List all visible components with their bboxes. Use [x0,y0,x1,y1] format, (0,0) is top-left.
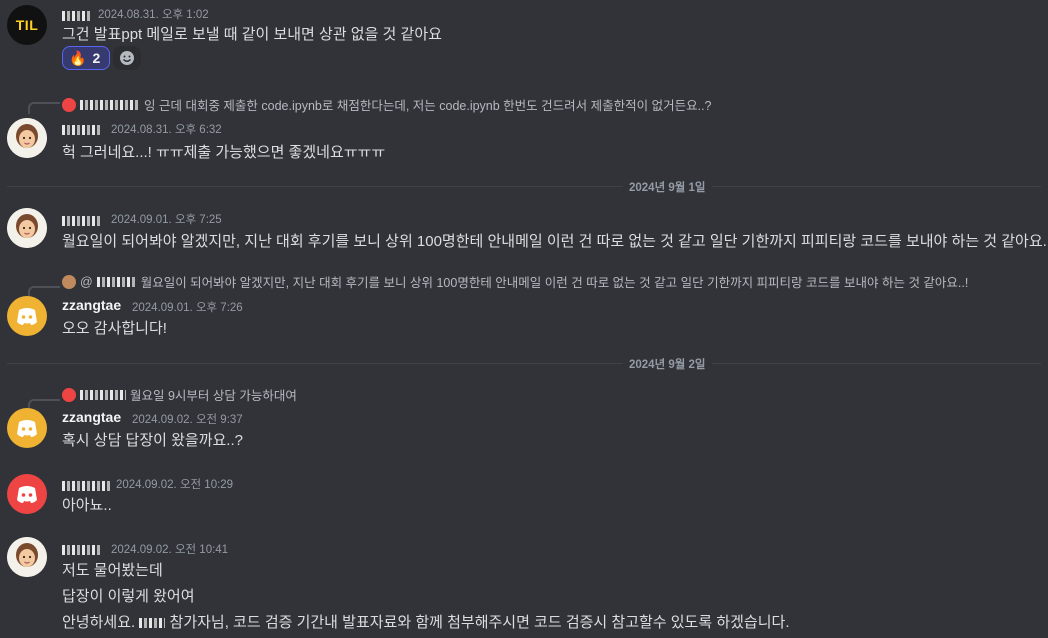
avatar-memoji[interactable] [7,118,47,158]
username-blurred[interactable] [62,212,102,228]
username-blurred[interactable] [62,541,102,557]
avatar-discord-orange[interactable] [7,408,47,448]
username[interactable]: zzangtae [62,297,121,313]
avatar-discord-red[interactable] [7,474,47,514]
message-timestamp: 2024.08.31. 오후 6:32 [111,124,222,136]
avatar-til[interactable]: TIL [7,5,47,45]
reply-text: 잉 근데 대회중 제출한 code.ipynb로 채점한다는데, 저는 code… [144,99,712,113]
username[interactable]: zzangtae [62,409,121,425]
reaction-fire[interactable]: 🔥 2 [62,46,110,70]
reply-avatar-discord-icon [62,97,76,112]
discord-logo-icon [17,420,37,437]
til-logo: TIL [15,17,39,33]
message-line-prefix: 안녕하세요. [62,614,136,631]
reply-mention-prefix: @ [80,274,93,289]
message-timestamp: 2024.09.02. 오전 9:37 [132,414,243,426]
message-text: 혹시 상담 답장이 왔을까요..? [62,432,243,449]
reply-text: 월요일이 되어봐야 알겠지만, 지난 대회 후기를 보니 상위 100명한테 안… [140,276,969,290]
date-divider-label: 2024년 9월 2일 [623,356,712,372]
message-text: 오오 감사합니다! [62,320,167,337]
memoji-avatar-icon [7,118,47,158]
reply-username-blurred [96,276,137,287]
reply-preview[interactable]: 잉 근데 대회중 제출한 code.ipynb로 채점한다는데, 저는 code… [62,95,712,114]
date-divider [7,186,1041,187]
reply-avatar-memoji-icon [62,274,76,289]
avatar-memoji[interactable] [7,537,47,577]
reply-connector [28,102,60,114]
message-text: 그건 발표ppt 메일로 보낼 때 같이 보내면 상관 없을 것 같아요 [62,26,442,43]
reply-preview[interactable]: @ 월요일이 되어봐야 알겠지만, 지난 대회 후기를 보니 상위 100명한테… [62,272,968,291]
reply-username-blurred [80,99,140,110]
message-line-text: 참가자님, 코드 검증 기간내 발표자료와 함께 첨부해주시면 코드 검증시 참… [169,614,790,631]
date-divider-label: 2024년 9월 1일 [623,179,712,195]
message-timestamp: 2024.09.01. 오후 7:25 [111,214,222,226]
message-line: 안녕하세요. 참가자님, 코드 검증 기간내 발표자료와 함께 첨부해주시면 코… [62,611,790,632]
reply-avatar-discord-icon [62,387,76,402]
username-blurred[interactable] [62,477,110,493]
message-text: 헉 그러네요...! ㅠㅠ제출 가능했으면 좋겠네요ㅠㅠㅠ [62,144,386,161]
message-timestamp: 2024.09.01. 오후 7:26 [132,302,243,314]
message-line: 답장이 이렇게 왔어여 [62,588,195,605]
username-blurred[interactable] [62,121,102,137]
date-divider [7,363,1041,364]
redacted-name [139,618,166,629]
message-timestamp: 2024.09.02. 오전 10:29 [116,479,234,491]
fire-icon: 🔥 [69,49,87,66]
reply-preview[interactable]: 월요일 9시부터 상담 가능하대여 [62,385,297,404]
avatar-memoji[interactable] [7,208,47,248]
avatar-discord-orange[interactable] [7,296,47,336]
discord-logo-icon [17,486,37,503]
add-reaction-button[interactable] [113,46,141,70]
memoji-avatar-icon [7,208,47,248]
discord-logo-icon [17,308,37,325]
memoji-avatar-icon [7,537,47,577]
reaction-count: 2 [92,50,101,66]
username-blurred[interactable] [62,7,92,23]
message-text: 월요일이 되어봐야 알겠지만, 지난 대회 후기를 보니 상위 100명한테 안… [62,233,1048,250]
message-timestamp: 2024.09.02. 오전 10:41 [111,544,229,556]
message-line: 저도 물어봤는데 [62,562,163,579]
reply-username-blurred [80,389,126,400]
message-text: 아아뇨.. [62,497,112,514]
message-timestamp: 2024.08.31. 오후 1:02 [98,9,209,21]
reply-text: 월요일 9시부터 상담 가능하대여 [130,389,297,403]
smile-icon [120,51,134,65]
